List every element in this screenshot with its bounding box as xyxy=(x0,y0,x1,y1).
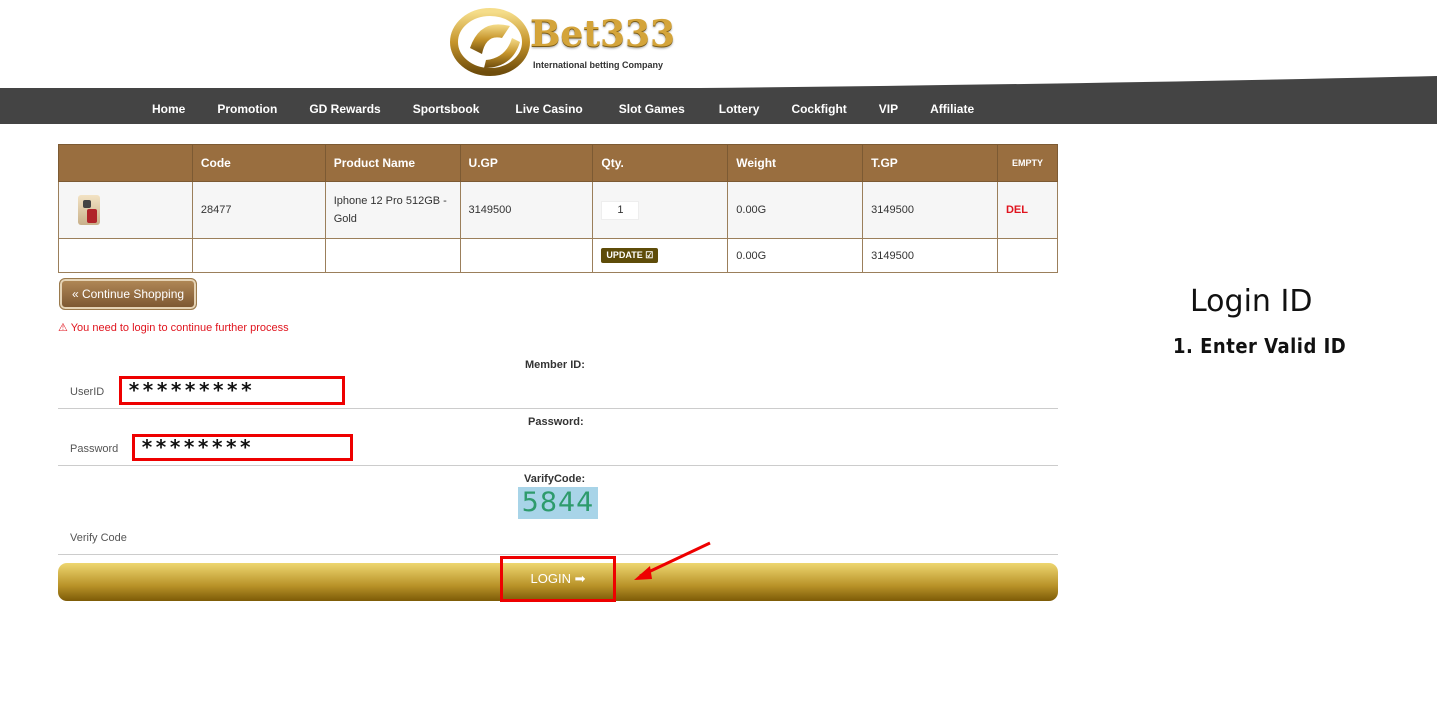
member-id-label: Member ID: xyxy=(525,359,585,371)
main-nav: Home Promotion GD Rewards Sportsbook Liv… xyxy=(136,88,990,124)
continue-shopping-button[interactable]: « Continue Shopping xyxy=(59,278,197,310)
nav-item-home[interactable]: Home xyxy=(136,88,201,124)
delete-item-link[interactable]: DEL xyxy=(1006,204,1028,216)
login-warning-message: ⚠ You need to login to continue further … xyxy=(58,322,289,334)
side-step-text: 1. Enter Valid ID xyxy=(1173,334,1347,358)
divider xyxy=(58,554,1058,555)
product-thumbnail[interactable] xyxy=(78,195,100,225)
site-logo[interactable]: Bet333 International betting Company xyxy=(450,8,680,76)
cell-total-tgp: 3149500 xyxy=(862,238,998,273)
password-label: Password: xyxy=(528,416,584,428)
empty-cart-link[interactable]: EMPTY xyxy=(996,144,1059,182)
qty-input[interactable]: 1 xyxy=(601,200,640,220)
col-header-tgp: T.GP xyxy=(862,144,998,182)
userid-input[interactable]: ********* xyxy=(119,376,345,405)
cell-tgp: 3149500 xyxy=(862,181,998,239)
col-header-image xyxy=(58,144,193,182)
cell-blank xyxy=(459,238,594,273)
verify-code-label: VarifyCode: xyxy=(524,473,586,485)
nav-item-vip[interactable]: VIP xyxy=(863,88,914,124)
cell-total-weight: 0.00G xyxy=(727,238,864,273)
table-header-row: Code Product Name U.GP Qty. Weight T.GP … xyxy=(58,144,1059,182)
cart-table: Code Product Name U.GP Qty. Weight T.GP … xyxy=(58,144,1059,273)
logo-tagline: International betting Company xyxy=(533,60,664,70)
cell-blank xyxy=(58,238,193,273)
cell-del: DEL xyxy=(996,181,1059,239)
nav-item-cockfight[interactable]: Cockfight xyxy=(775,88,862,124)
password-field-label: Password xyxy=(70,443,119,455)
table-row: 28477 Iphone 12 Pro 512GB - Gold 3149500… xyxy=(58,181,1059,239)
update-cart-button[interactable]: UPDATE ☑ xyxy=(601,248,659,263)
cell-blank xyxy=(191,238,326,273)
col-header-code: Code xyxy=(191,144,326,182)
divider xyxy=(58,465,1058,466)
nav-item-slot-games[interactable]: Slot Games xyxy=(601,88,703,124)
col-header-ugp: U.GP xyxy=(459,144,594,182)
verify-code-input[interactable]: Verify Code xyxy=(70,532,127,544)
cell-code: 28477 xyxy=(191,181,326,239)
cell-weight: 0.00G xyxy=(727,181,864,239)
nav-item-sportsbook[interactable]: Sportsbook xyxy=(397,88,498,124)
logo-emblem-icon xyxy=(450,8,530,76)
login-button[interactable]: LOGIN ➡ xyxy=(500,556,616,602)
cell-ugp: 3149500 xyxy=(459,181,594,239)
nav-item-gd-rewards[interactable]: GD Rewards xyxy=(293,88,396,124)
col-header-product-name: Product Name xyxy=(324,144,461,182)
cell-blank xyxy=(996,238,1059,273)
cell-update: UPDATE ☑ xyxy=(592,238,729,273)
cell-qty: 1 xyxy=(592,181,729,239)
cell-image xyxy=(58,181,193,239)
captcha-image[interactable]: 5844 xyxy=(518,487,598,519)
side-title: Login ID xyxy=(1190,284,1313,319)
cell-product-name: Iphone 12 Pro 512GB - Gold xyxy=(324,181,461,239)
col-header-qty: Qty. xyxy=(592,144,729,182)
logo-brand-text: Bet333 xyxy=(530,13,676,55)
password-input[interactable]: ******** xyxy=(132,434,353,461)
nav-item-lottery[interactable]: Lottery xyxy=(703,88,776,124)
divider xyxy=(58,408,1058,409)
arrow-pointer-icon xyxy=(634,541,711,580)
nav-item-affiliate[interactable]: Affiliate xyxy=(914,88,990,124)
nav-item-promotion[interactable]: Promotion xyxy=(201,88,293,124)
nav-item-live-casino[interactable]: Live Casino xyxy=(497,88,600,124)
col-header-weight: Weight xyxy=(727,144,864,182)
cell-blank xyxy=(324,238,461,273)
table-totals-row: UPDATE ☑ 0.00G 3149500 xyxy=(58,238,1059,273)
userid-field-label: UserID xyxy=(70,386,105,398)
